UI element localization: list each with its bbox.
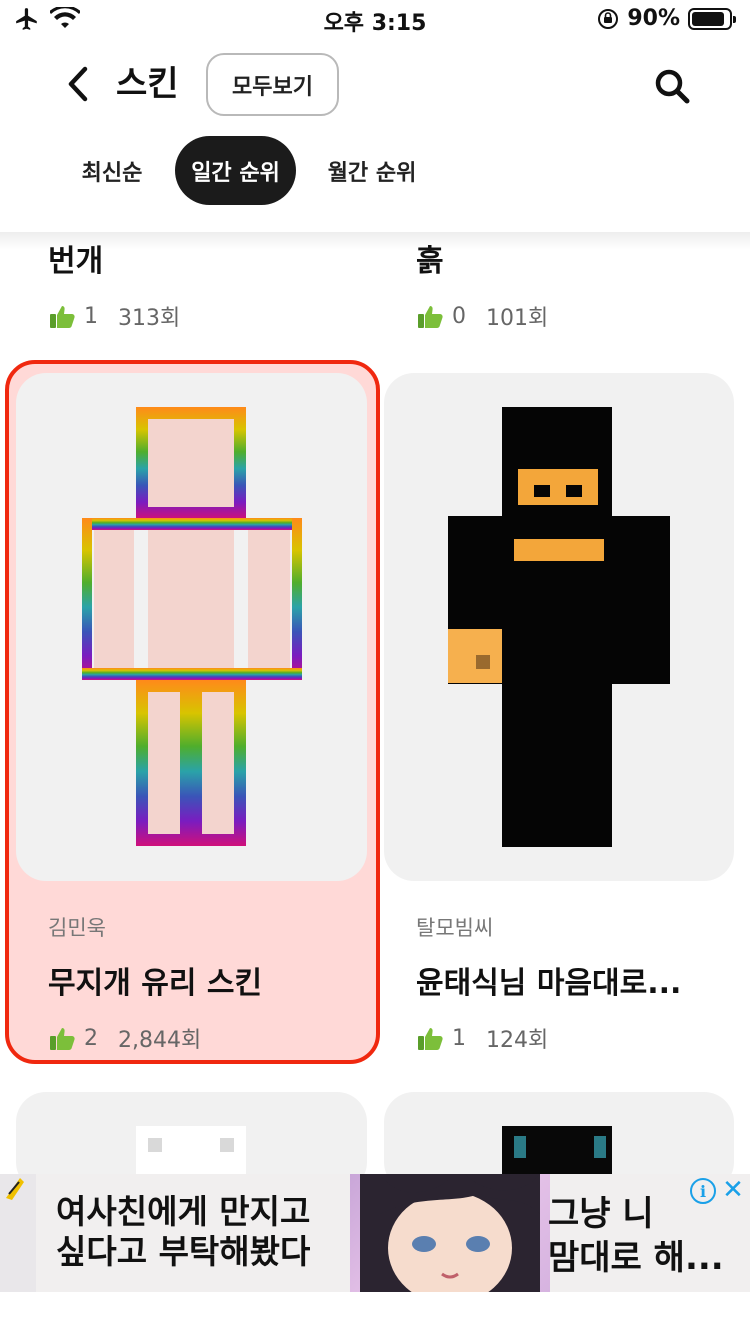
tab-daily-ranking[interactable]: 일간 순위 (175, 136, 296, 205)
skin-card-dark-meta[interactable]: 탈모빔씨 윤태식님 마음대로... 1 124회 (416, 912, 681, 1054)
ad-text-line: 싶다고 부탁해봤다 (56, 1232, 311, 1271)
like-count: 0 (452, 303, 466, 329)
like-count: 1 (84, 303, 98, 329)
card-stats: 0 101회 (416, 300, 548, 332)
page-title: 스킨 (116, 64, 179, 104)
view-count: 2,844회 (118, 1028, 202, 1053)
thumbs-up-icon (48, 1024, 76, 1052)
battery-percent: 90% (627, 6, 680, 31)
view-count: 313회 (118, 306, 181, 331)
ad-text-line: 여사친에게 만지고 (56, 1192, 311, 1231)
ad-illustration (350, 1174, 550, 1292)
skin-figure-rainbow (82, 407, 302, 846)
card-title: 윤태식님 마음대로... (416, 966, 682, 1001)
ad-text-left: 여사친에게 만지고 싶다고 부탁해봤다 (56, 1192, 310, 1272)
ad-info-icon[interactable]: i (690, 1178, 716, 1204)
orientation-lock-icon (598, 8, 619, 29)
tab-monthly-ranking[interactable]: 월간 순위 (314, 136, 430, 205)
ad-logo-icon (6, 1178, 24, 1200)
thumbs-up-icon (416, 1024, 444, 1052)
ad-character-image (360, 1174, 540, 1292)
ad-badge (0, 1174, 36, 1292)
card-stats: 2 2,844회 (48, 1022, 262, 1054)
card-author: 김민욱 (48, 916, 106, 940)
card-stats: 1 313회 (48, 300, 180, 332)
card-title: 번개 (48, 244, 104, 279)
card-title: 흙 (416, 244, 444, 279)
ad-banner[interactable]: 여사친에게 만지고 싶다고 부탁해봤다 그냥 니 맘대로 해... i ✕ (0, 1174, 750, 1292)
skin-card-heuk[interactable]: 흙 0 101회 (416, 236, 548, 332)
chevron-left-icon (68, 66, 88, 102)
sort-tabs: 최신순 일간 순위 월간 순위 (0, 136, 750, 206)
skin-preview-dark[interactable] (384, 373, 734, 881)
search-button[interactable] (648, 62, 696, 110)
header: 스킨 모두보기 (0, 48, 750, 128)
skin-card-rainbow-meta[interactable]: 김민욱 무지개 유리 스킨 2 2,844회 (48, 912, 262, 1054)
ad-text-right: 그냥 니 맘대로 해... (548, 1192, 724, 1280)
like-count: 1 (452, 1025, 466, 1051)
battery-fill (692, 11, 725, 26)
thumbs-up-icon (416, 302, 444, 330)
status-right: 90% (597, 6, 736, 31)
tab-latest[interactable]: 최신순 (66, 136, 158, 205)
battery-icon (688, 7, 736, 30)
view-count: 124회 (486, 1028, 549, 1053)
search-icon (655, 69, 690, 104)
status-bar: 오후 3:15 90% (0, 0, 750, 40)
ad-close-icon[interactable]: ✕ (720, 1175, 746, 1205)
view-all-button[interactable]: 모두보기 (206, 53, 339, 116)
thumbs-up-icon (48, 302, 76, 330)
back-button[interactable] (56, 62, 100, 106)
ad-text-line: 맘대로 해... (548, 1238, 724, 1278)
skin-preview-rainbow[interactable] (16, 373, 367, 881)
skin-figure-dark (448, 407, 670, 847)
card-stats: 1 124회 (416, 1022, 681, 1054)
skin-card-bungae[interactable]: 번개 1 313회 (48, 236, 180, 332)
view-count: 101회 (486, 306, 549, 331)
like-count: 2 (84, 1025, 98, 1051)
card-author: 탈모빔씨 (416, 916, 494, 940)
card-title: 무지개 유리 스킨 (48, 966, 263, 1001)
